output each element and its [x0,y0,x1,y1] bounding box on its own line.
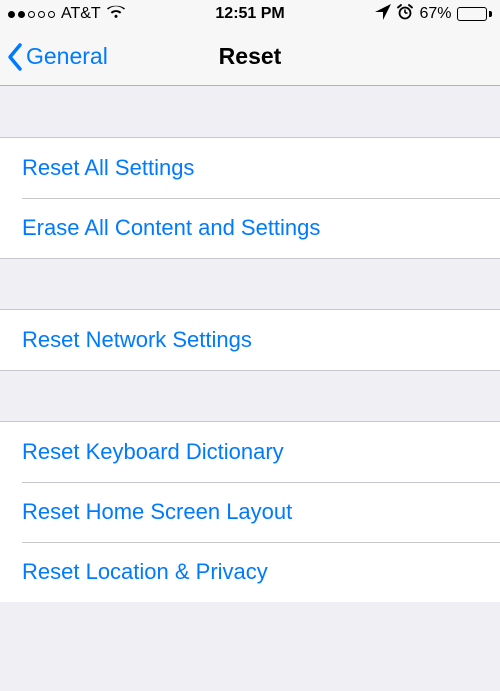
wifi-icon [107,5,125,24]
reset-keyboard-dictionary-button[interactable]: Reset Keyboard Dictionary [0,422,500,482]
reset-network-settings-button[interactable]: Reset Network Settings [0,310,500,370]
reset-home-screen-layout-button[interactable]: Reset Home Screen Layout [0,482,500,542]
cell-label: Reset Location & Privacy [22,559,268,585]
status-time: 12:51 PM [215,5,284,23]
group-1: Reset All Settings Erase All Content and… [0,138,500,258]
settings-list: Reset All Settings Erase All Content and… [0,86,500,602]
group-separator [0,258,500,310]
cell-label: Erase All Content and Settings [22,215,320,241]
group-separator [0,86,500,138]
back-label: General [26,43,108,70]
cell-label: Reset All Settings [22,155,194,181]
erase-all-content-button[interactable]: Erase All Content and Settings [0,198,500,258]
reset-location-privacy-button[interactable]: Reset Location & Privacy [0,542,500,602]
group-separator [0,370,500,422]
battery-icon [457,7,492,21]
group-2: Reset Network Settings [0,310,500,370]
back-button[interactable]: General [6,28,108,85]
cell-label: Reset Keyboard Dictionary [22,439,284,465]
status-bar: AT&T 12:51 PM 67% [0,0,500,28]
alarm-icon [397,4,413,25]
cell-label: Reset Network Settings [22,327,252,353]
group-3: Reset Keyboard Dictionary Reset Home Scr… [0,422,500,602]
chevron-left-icon [6,42,24,72]
carrier-label: AT&T [61,5,101,23]
status-left: AT&T [8,5,125,24]
battery-percent: 67% [419,5,451,23]
signal-strength-icon [8,11,55,18]
status-right: 67% [375,4,492,25]
reset-all-settings-button[interactable]: Reset All Settings [0,138,500,198]
nav-bar: General Reset [0,28,500,86]
cell-label: Reset Home Screen Layout [22,499,292,525]
location-icon [375,4,391,25]
